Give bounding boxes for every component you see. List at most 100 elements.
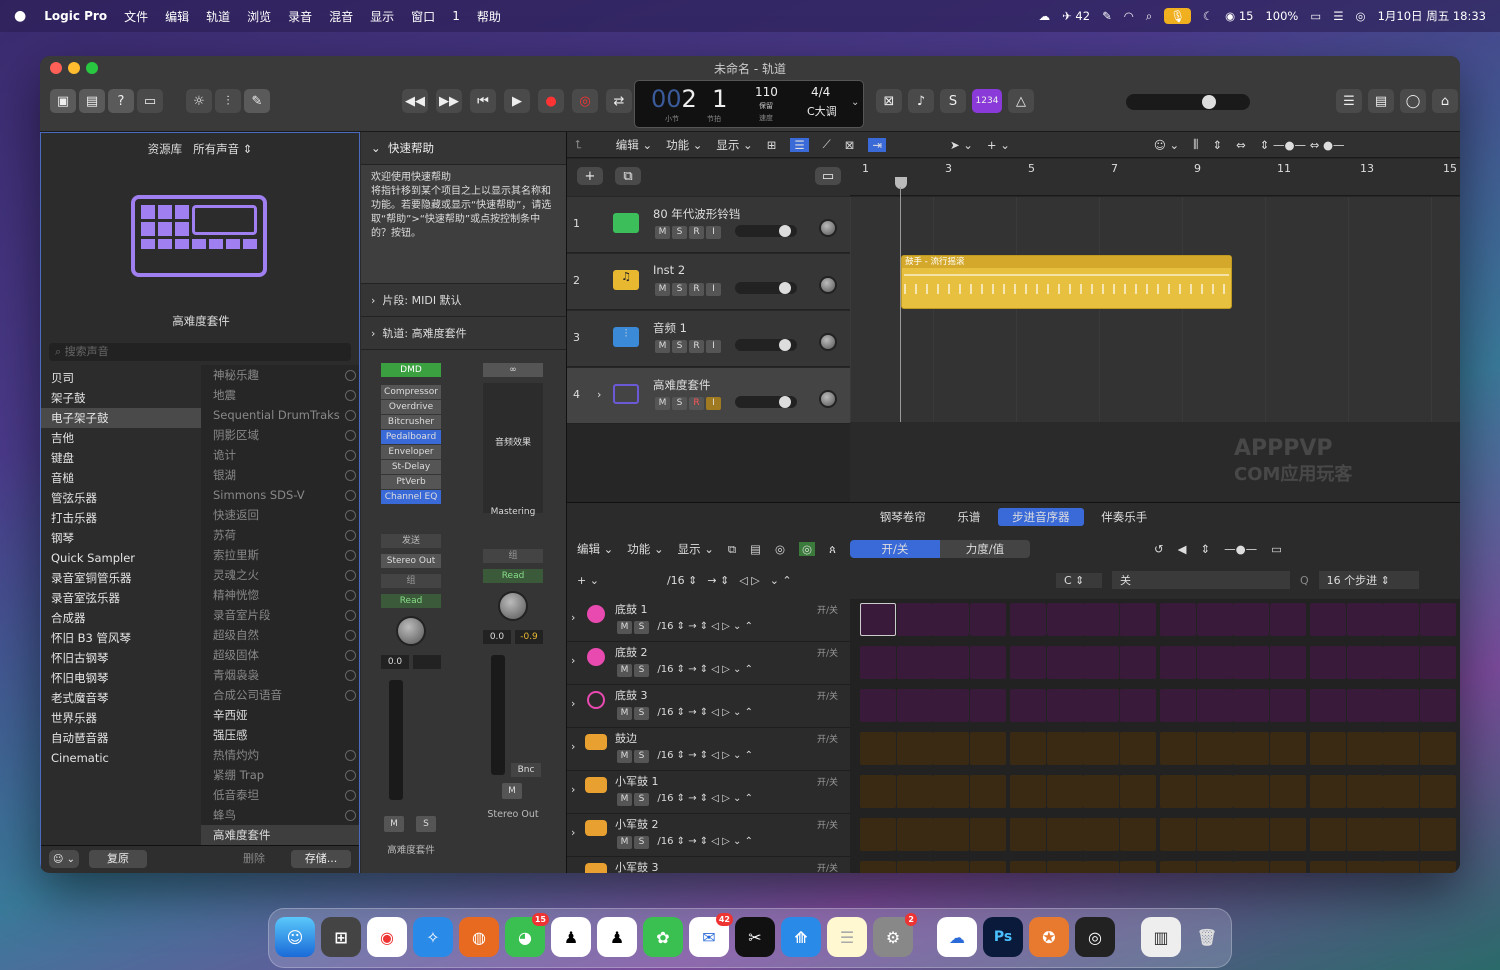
preset-item[interactable]: 热情灼灼 [201, 745, 359, 765]
row-mode[interactable]: 开/关 [817, 646, 838, 659]
track-name[interactable]: 高难度套件 [653, 377, 711, 393]
rewind-icon[interactable]: ◀◀ [402, 89, 428, 113]
step-cell[interactable] [896, 818, 933, 851]
row-solo[interactable]: S [634, 621, 649, 634]
category-item[interactable]: 吉他⊕ › [41, 428, 201, 448]
sequencer-row-header[interactable]: › 小军鼓 1 开/关 MS /16 ⇕ → ⇕ ◁ ▷ ⌄ ⌃ [567, 771, 850, 814]
preset-item[interactable]: 神秘乐趣 [201, 365, 359, 385]
disclosure-icon[interactable]: › [571, 826, 575, 839]
category-item[interactable]: Quick Sampler⊕ › [41, 548, 201, 568]
disclosure-icon[interactable]: › [571, 783, 575, 796]
global-tracks-icon[interactable]: ▭ [815, 167, 841, 185]
step-cell[interactable] [860, 646, 896, 679]
step-cell[interactable] [933, 775, 969, 808]
delete-button[interactable]: 删除 [225, 850, 283, 868]
row-mute[interactable]: M [617, 793, 632, 806]
step-cell[interactable] [1233, 775, 1269, 808]
row-name[interactable]: 底鼓 2 [615, 644, 648, 660]
dmd-plugin[interactable]: DMD [381, 363, 441, 377]
trash-icon[interactable]: 🗑 [1187, 917, 1227, 957]
row-division[interactable]: /16 [657, 836, 673, 847]
category-item[interactable]: 打击乐器⊕ › [41, 508, 201, 528]
lcd-display[interactable]: 002 1 小节 节拍 110 保留 速度 4/4 C大调 ⌄ [634, 80, 864, 128]
notepad-icon[interactable]: ▤ [1368, 89, 1394, 113]
step-cell[interactable] [1383, 646, 1419, 679]
menu-browse[interactable]: 浏览 [247, 8, 271, 25]
row-mute[interactable]: M [617, 707, 632, 720]
step-cell[interactable] [1269, 646, 1306, 679]
row-mute[interactable]: M [617, 664, 632, 677]
tracks-edit-menu[interactable]: 编辑 ⌄ [616, 137, 652, 153]
preset-item[interactable]: 快速返回 [201, 505, 359, 525]
step-cell[interactable] [1160, 775, 1196, 808]
step-cell[interactable] [1119, 646, 1156, 679]
grid-view-icon[interactable]: ⊞ [767, 138, 777, 152]
pointer-tool-icon[interactable]: ➤ ⌄ [950, 138, 973, 152]
copy-icon[interactable]: ⧉ [728, 542, 736, 557]
step-cell[interactable] [1346, 646, 1383, 679]
zoom-slider[interactable]: ⇕ —●— ⇔ ●— [1260, 138, 1345, 152]
menu-edit[interactable]: 编辑 [165, 8, 189, 25]
preset-item[interactable]: 精神恍惚 [201, 585, 359, 605]
preset-item[interactable]: 蜂鸟 [201, 805, 359, 825]
track-row[interactable]: 3 ⫶ 音频 1 MSRI [567, 311, 850, 367]
step-cell[interactable] [1046, 818, 1083, 851]
logic-pro-icon[interactable]: ◎ [1075, 917, 1115, 957]
master-volume-slider[interactable] [1126, 94, 1250, 110]
preset-item[interactable]: 阴影区域 [201, 425, 359, 445]
firefox-icon[interactable]: ◍ [459, 917, 499, 957]
category-item[interactable]: 怀旧电钢琴⊕ › [41, 668, 201, 688]
solo-button[interactable]: S [672, 397, 687, 410]
step-cell[interactable] [1083, 603, 1119, 636]
category-item[interactable]: 合成器⊕ › [41, 608, 201, 628]
step-cell[interactable] [933, 689, 969, 722]
step-cell[interactable] [1196, 818, 1233, 851]
track-volume-slider[interactable] [735, 225, 797, 237]
step-cell[interactable] [933, 818, 969, 851]
editors-icon[interactable]: ✎ [244, 89, 270, 113]
volume-fader[interactable] [389, 680, 403, 800]
clock[interactable]: 1月10日 周五 18:33 [1378, 8, 1486, 24]
step-cell[interactable] [1310, 732, 1346, 765]
photoshop-icon[interactable]: Ps [983, 917, 1023, 957]
category-item[interactable]: 怀旧 B3 管风琴› [41, 628, 201, 648]
quickhelp-icon[interactable]: ? [108, 89, 134, 113]
record-enable-button[interactable]: R [689, 397, 704, 410]
qq-icon[interactable]: ♟ [597, 917, 637, 957]
disclosure-icon[interactable]: › [571, 654, 575, 667]
track-name[interactable]: 音频 1 [653, 320, 687, 336]
revert-button[interactable]: 复原 [89, 850, 147, 868]
plugin-slot[interactable]: Bitcrusher [381, 415, 441, 429]
mute-button[interactable]: M [655, 283, 670, 296]
input-monitor-button[interactable]: I [706, 226, 721, 239]
step-cell[interactable] [1010, 818, 1046, 851]
step-cell[interactable] [969, 646, 1006, 679]
step-cell[interactable] [896, 732, 933, 765]
list-editors-icon[interactable]: ☰ [1336, 89, 1362, 113]
fast-forward-icon[interactable]: ▶▶ [436, 89, 462, 113]
row-name[interactable]: 鼓边 [615, 730, 637, 746]
search-icon[interactable]: ⌕ [1146, 9, 1152, 24]
input-monitor-button[interactable]: I [706, 340, 721, 353]
step-cell[interactable] [1233, 689, 1269, 722]
category-item[interactable]: 世界乐器⊕ › [41, 708, 201, 728]
track-row[interactable]: 1 80 年代波形铃铛 MSRI [567, 197, 850, 253]
step-cell[interactable] [1419, 689, 1456, 722]
step-cell[interactable] [1160, 689, 1196, 722]
category-item[interactable]: 音槌⊕ › [41, 468, 201, 488]
track-pan-knob[interactable] [819, 333, 837, 351]
step-cell[interactable] [1196, 689, 1233, 722]
mute-button[interactable]: M [655, 397, 670, 410]
settings-icon[interactable]: ⚙ 2 [873, 913, 917, 957]
track-volume-slider[interactable] [735, 339, 797, 351]
solo-button[interactable]: S [672, 283, 687, 296]
tab-piano-roll[interactable]: 钢琴卷帘 [866, 508, 940, 526]
preset-item[interactable]: 索拉里斯 [201, 545, 359, 565]
step-cell[interactable] [1346, 775, 1383, 808]
capcut-icon[interactable]: ✂ [735, 917, 775, 957]
drummer-region[interactable]: 鼓手 - 流行摇滚 [901, 255, 1232, 309]
step-cell[interactable] [933, 603, 969, 636]
step-cell[interactable] [969, 861, 1006, 873]
quickhelp-header[interactable]: ⌄ 快速帮助 [361, 132, 566, 165]
group-slot[interactable]: 组 [381, 574, 441, 588]
